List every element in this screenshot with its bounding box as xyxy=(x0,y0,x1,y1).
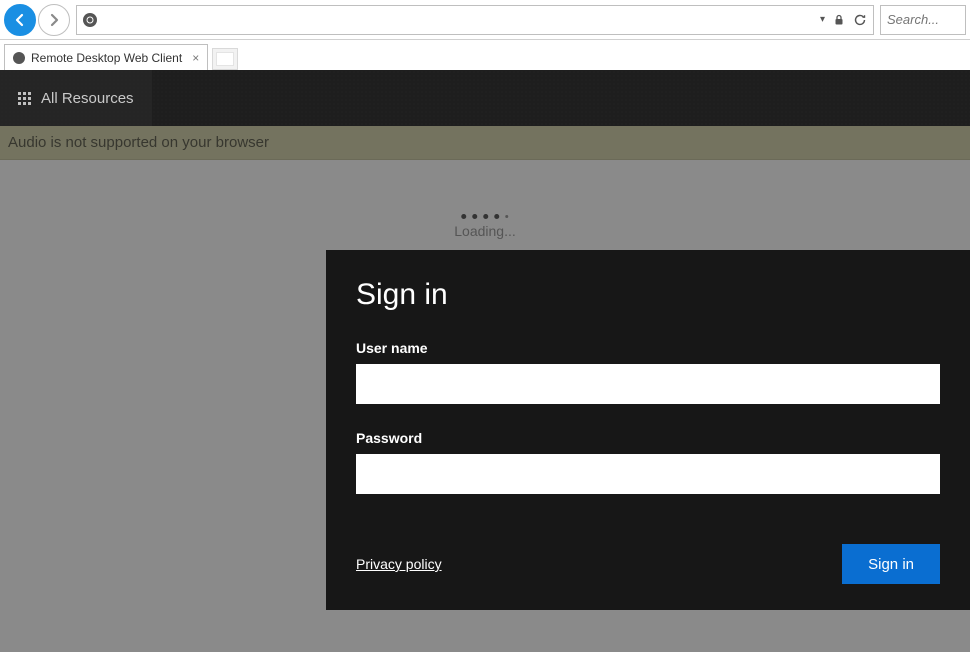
nav-all-resources[interactable]: All Resources xyxy=(0,70,152,126)
tab-favicon xyxy=(13,52,25,64)
password-input[interactable] xyxy=(356,454,940,494)
signin-dialog: Sign in User name Password Privacy polic… xyxy=(326,250,970,610)
browser-tab[interactable]: Remote Desktop Web Client × xyxy=(4,44,208,70)
refresh-button[interactable] xyxy=(853,13,867,27)
address-bar[interactable]: ▾ xyxy=(76,5,874,35)
signin-title: Sign in xyxy=(356,278,940,312)
loading-indicator: Loading... xyxy=(454,214,516,239)
grid-icon xyxy=(18,92,31,105)
privacy-policy-link[interactable]: Privacy policy xyxy=(356,556,442,572)
loading-text: Loading... xyxy=(454,223,516,239)
lock-icon xyxy=(833,14,845,26)
loading-dots-icon xyxy=(454,214,516,219)
tab-title: Remote Desktop Web Client xyxy=(31,51,182,65)
site-favicon xyxy=(83,13,97,27)
password-label: Password xyxy=(356,430,940,446)
username-label: User name xyxy=(356,340,940,356)
address-input[interactable] xyxy=(103,12,814,27)
close-tab-icon[interactable]: × xyxy=(192,51,199,65)
browser-chrome: ▾ Remote Desktop Web Client × xyxy=(0,0,970,70)
search-box[interactable] xyxy=(880,5,966,35)
nav-all-resources-label: All Resources xyxy=(41,90,134,107)
new-tab-button[interactable] xyxy=(212,48,238,70)
forward-button[interactable] xyxy=(38,4,70,36)
search-input[interactable] xyxy=(887,12,959,27)
signin-button[interactable]: Sign in xyxy=(842,544,940,584)
tab-strip: Remote Desktop Web Client × xyxy=(0,40,970,70)
signin-footer: Privacy policy Sign in xyxy=(356,544,940,584)
address-controls: ▾ xyxy=(820,13,867,27)
back-button[interactable] xyxy=(4,4,36,36)
username-input[interactable] xyxy=(356,364,940,404)
browser-toolbar: ▾ xyxy=(0,0,970,40)
dropdown-icon[interactable]: ▾ xyxy=(820,14,825,25)
content-area: Audio is not supported on your browser L… xyxy=(0,126,970,652)
app-header: All Resources xyxy=(0,70,970,126)
